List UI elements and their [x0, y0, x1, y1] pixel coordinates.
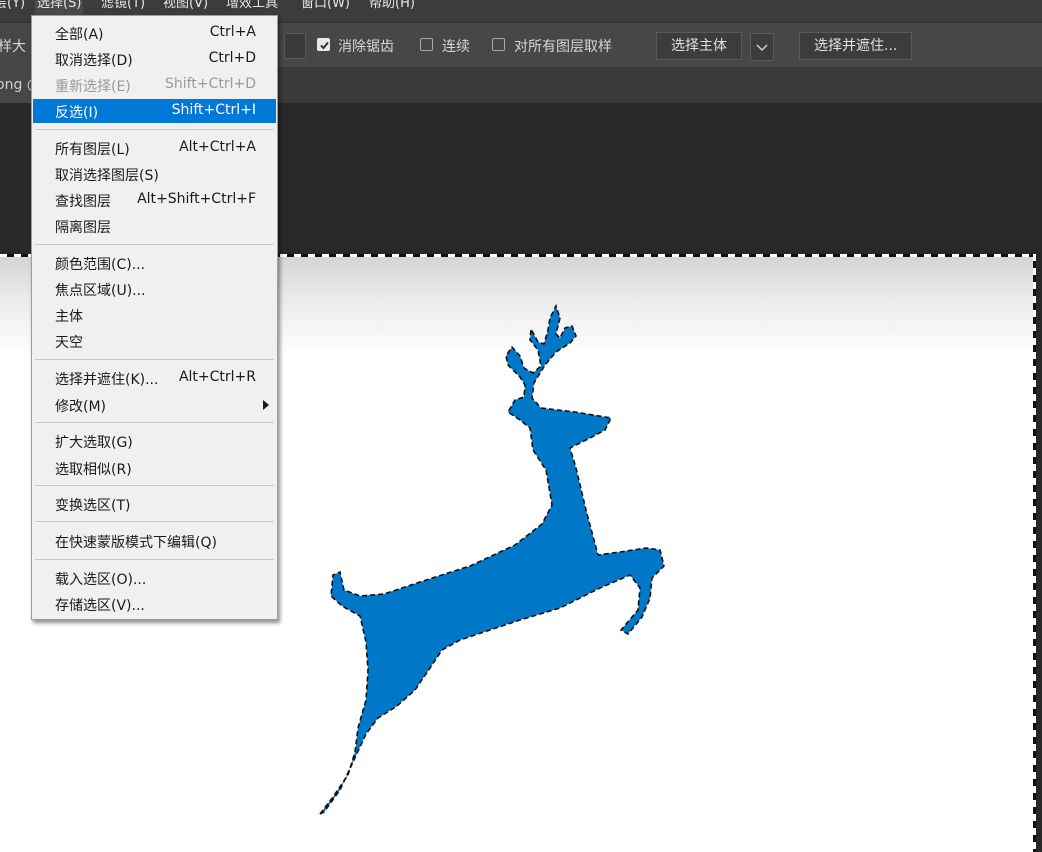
menu-item-label: 修改(M) [55, 399, 107, 415]
menu-item-shortcut: Shift+Ctrl+D [165, 76, 256, 92]
menu-item-label: 颜色范围(C)... [55, 257, 146, 273]
menu-item-label: 选取相似(R) [55, 462, 132, 478]
menu-item-transform-selection[interactable]: 变换选区(T) [33, 492, 276, 516]
menu-item-label: 重新选择(E) [55, 79, 131, 95]
menu-separator [35, 559, 274, 560]
menu-item-label: 选择并遮住(K)... [55, 372, 159, 388]
menu-item-sky[interactable]: 天空 [33, 329, 276, 353]
menu-separator [35, 521, 274, 522]
menu-item-label: 焦点区域(U)... [55, 283, 146, 299]
menu-item-deselect-layers[interactable]: 取消选择图层(S) [33, 162, 276, 186]
menu-item-label: 取消选择图层(S) [55, 168, 159, 184]
photoshop-window: 层(Y) 选择(S) 滤镜(T) 视图(V) 增效工具 窗口(W) 帮助(H) … [0, 0, 1042, 852]
menu-item-focus-area[interactable]: 焦点区域(U)... [33, 277, 276, 301]
menu-item-grow[interactable]: 扩大选取(G) [33, 429, 276, 453]
menu-item-inverse[interactable]: 反选(I) Shift+Ctrl+I [33, 99, 276, 123]
menu-item-modify[interactable]: 修改(M) [33, 393, 276, 417]
menu-item-select-and-mask[interactable]: 选择并遮住(K)... Alt+Ctrl+R [33, 366, 276, 390]
menu-item-label: 反选(I) [55, 105, 99, 121]
menu-item-find-layers[interactable]: 查找图层 Alt+Shift+Ctrl+F [33, 188, 276, 212]
menu-item-label: 存储选区(V)... [55, 598, 145, 614]
menu-item-label: 全部(A) [55, 27, 104, 43]
menu-item-shortcut: Shift+Ctrl+I [171, 102, 256, 118]
menu-item-all[interactable]: 全部(A) Ctrl+A [33, 21, 276, 45]
menu-separator [35, 359, 274, 360]
menu-item-label: 天空 [55, 335, 83, 351]
menu-item-deselect[interactable]: 取消选择(D) Ctrl+D [33, 47, 276, 71]
menu-item-shortcut: Ctrl+D [208, 50, 256, 66]
menu-item-shortcut: Alt+Ctrl+R [178, 369, 256, 385]
menu-item-label: 载入选区(O)... [55, 572, 147, 588]
menu-item-shortcut: Alt+Ctrl+A [179, 139, 256, 155]
submenu-arrow-icon [263, 400, 269, 410]
deer-shape [319, 303, 665, 815]
menu-item-subject[interactable]: 主体 [33, 303, 276, 327]
menu-item-reselect: 重新选择(E) Shift+Ctrl+D [33, 73, 276, 97]
menu-item-isolate-layers[interactable]: 隔离图层 [33, 214, 276, 238]
menu-item-label: 扩大选取(G) [55, 435, 133, 451]
select-menu-dropdown: 全部(A) Ctrl+A 取消选择(D) Ctrl+D 重新选择(E) Shif… [31, 15, 278, 620]
menu-item-load-selection[interactable]: 载入选区(O)... [33, 566, 276, 590]
menu-item-label: 在快速蒙版模式下编辑(Q) [55, 535, 217, 551]
menu-item-shortcut: Ctrl+A [209, 24, 256, 40]
menu-item-all-layers[interactable]: 所有图层(L) Alt+Ctrl+A [33, 136, 276, 160]
menu-item-label: 隔离图层 [55, 220, 111, 236]
menu-item-similar[interactable]: 选取相似(R) [33, 456, 276, 480]
menu-item-label: 取消选择(D) [55, 53, 133, 69]
menu-item-save-selection[interactable]: 存储选区(V)... [33, 592, 276, 616]
menu-item-color-range[interactable]: 颜色范围(C)... [33, 251, 276, 275]
menu-item-label: 主体 [55, 309, 83, 325]
menu-item-shortcut: Alt+Shift+Ctrl+F [137, 191, 256, 207]
menu-item-label: 查找图层 [55, 194, 111, 210]
menu-separator [35, 485, 274, 486]
menu-item-label: 所有图层(L) [55, 142, 130, 158]
menu-item-label: 变换选区(T) [55, 498, 131, 514]
menu-separator [35, 422, 274, 423]
menu-separator [35, 129, 274, 130]
menu-item-quick-mask[interactable]: 在快速蒙版模式下编辑(Q) [33, 529, 276, 553]
menu-separator [35, 244, 274, 245]
